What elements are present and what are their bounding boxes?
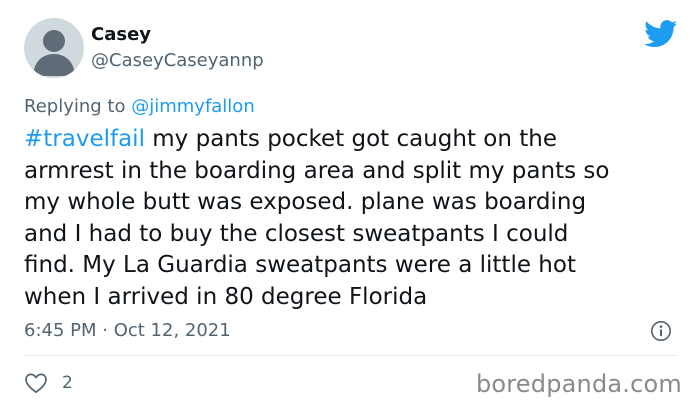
heart-icon[interactable] <box>24 372 48 394</box>
divider <box>24 355 678 356</box>
replying-to-label: Replying to <box>24 96 126 117</box>
tweet-timestamp[interactable]: 6:45 PM · Oct 12, 2021 <box>24 320 231 342</box>
tweet-text: #travelfail my pants pocket got caught o… <box>24 124 689 313</box>
watermark-text: boredpanda.com <box>475 370 682 398</box>
tweet-line-1: #travelfail my pants pocket got caught o… <box>24 124 689 156</box>
like-count: 2 <box>62 373 73 393</box>
tweet-line-2: armrest in the boarding area and split m… <box>24 157 610 184</box>
avatar[interactable] <box>24 18 84 78</box>
hashtag-link[interactable]: #travelfail <box>24 126 145 152</box>
info-icon[interactable] <box>650 320 672 342</box>
default-user-avatar-icon <box>33 30 75 76</box>
display-name[interactable]: Casey <box>91 24 151 46</box>
twitter-bird-icon[interactable] <box>644 20 678 48</box>
user-handle[interactable]: @CaseyCaseyannp <box>91 50 264 72</box>
replying-to-line: Replying to @jimmyfallon <box>24 96 255 118</box>
tweet-line-3: my whole butt was exposed. plane was boa… <box>24 189 587 215</box>
tweet-line-1-text: my pants pocket got caught on the <box>144 126 558 152</box>
like-button[interactable]: 2 <box>24 371 73 395</box>
tweet-line-6: when I arrived in 80 degree Florida <box>24 283 428 310</box>
tweet-line-5: find. My La Guardia sweatpants were a li… <box>24 252 576 278</box>
replying-to-mention-link[interactable]: @jimmyfallon <box>131 96 255 117</box>
tweet-line-4: and I had to buy the closest sweatpants … <box>24 220 569 247</box>
